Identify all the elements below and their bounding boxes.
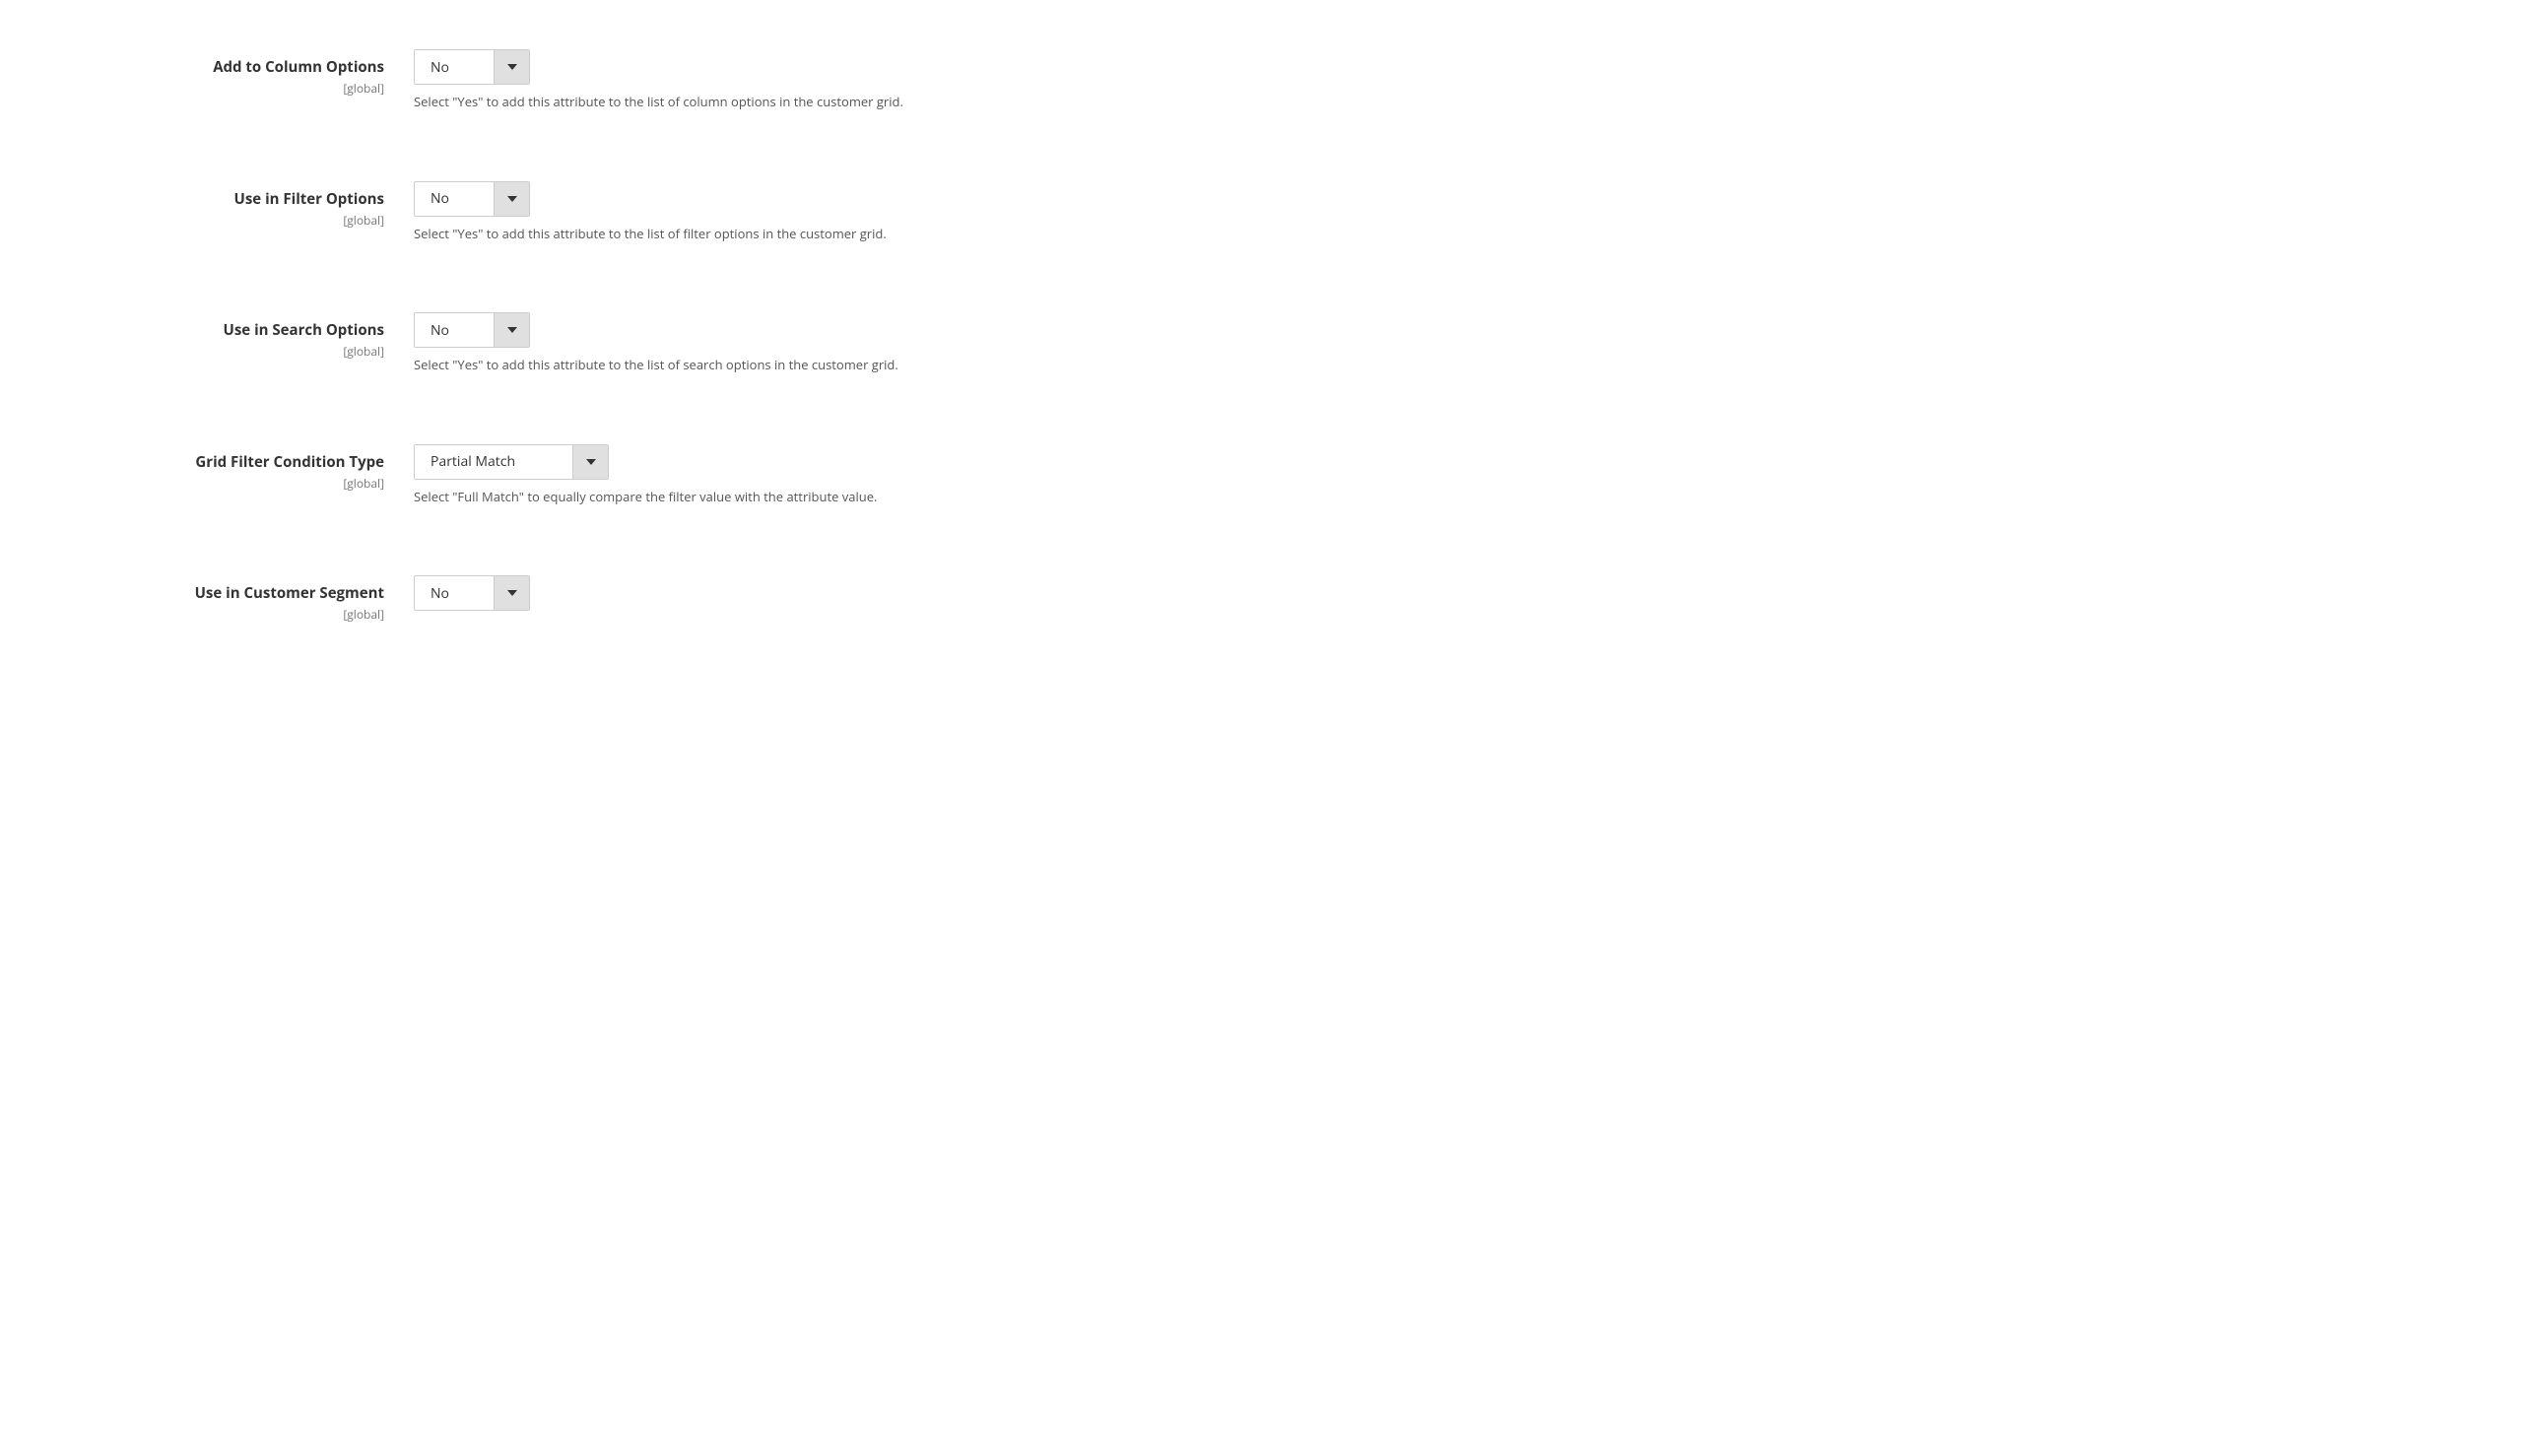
- select-value-grid-filter-condition-type: Partial Match: [415, 445, 572, 479]
- select-value-use-in-search-options: No: [415, 313, 494, 347]
- field-row-use-in-filter-options: Use in Filter Options [global] No Select "Y…: [39, 152, 1143, 274]
- select-grid-filter-condition-type[interactable]: Partial Match: [414, 444, 609, 480]
- field-label-use-in-filter-options: Use in Filter Options: [39, 189, 384, 210]
- control-wrap-grid-filter-condition-type: Partial Match Select "Full Match" to equa…: [414, 444, 1143, 507]
- form-container: Add to Column Options [global] No Select "Y…: [0, 0, 1182, 672]
- field-row-grid-filter-condition-type: Grid Filter Condition Type [global] Partia…: [39, 415, 1143, 537]
- select-value-use-in-filter-options: No: [415, 182, 494, 216]
- field-scope-grid-filter-condition-type: [global]: [39, 475, 384, 492]
- field-row-use-in-customer-segment: Use in Customer Segment [global] No: [39, 546, 1143, 652]
- field-scope-use-in-filter-options: [global]: [39, 212, 384, 229]
- chevron-down-icon: [507, 327, 517, 333]
- chevron-down-icon: [507, 64, 517, 70]
- field-scope-use-in-customer-segment: [global]: [39, 606, 384, 623]
- label-wrap-add-to-column-options: Add to Column Options [global]: [39, 49, 414, 97]
- control-wrap-use-in-filter-options: No Select "Yes" to add this attribute to …: [414, 181, 1143, 244]
- field-scope-add-to-column-options: [global]: [39, 80, 384, 97]
- field-description-use-in-search-options: Select "Yes" to add this attribute to th…: [414, 356, 1143, 375]
- field-row-add-to-column-options: Add to Column Options [global] No Select "Y…: [39, 20, 1143, 142]
- field-row-use-in-search-options: Use in Search Options [global] No Select "Y…: [39, 283, 1143, 405]
- select-value-use-in-customer-segment: No: [415, 576, 494, 610]
- select-use-in-filter-options[interactable]: No: [414, 181, 530, 217]
- select-arrow-use-in-filter-options[interactable]: [494, 182, 529, 216]
- label-wrap-use-in-customer-segment: Use in Customer Segment [global]: [39, 575, 414, 623]
- field-description-add-to-column-options: Select "Yes" to add this attribute to th…: [414, 93, 1143, 112]
- field-label-add-to-column-options: Add to Column Options: [39, 57, 384, 78]
- select-add-to-column-options[interactable]: No: [414, 49, 530, 85]
- field-label-use-in-search-options: Use in Search Options: [39, 320, 384, 341]
- label-wrap-use-in-search-options: Use in Search Options [global]: [39, 312, 414, 360]
- select-use-in-customer-segment[interactable]: No: [414, 575, 530, 611]
- field-scope-use-in-search-options: [global]: [39, 343, 384, 360]
- label-wrap-use-in-filter-options: Use in Filter Options [global]: [39, 181, 414, 229]
- field-description-grid-filter-condition-type: Select "Full Match" to equally compare t…: [414, 488, 1143, 507]
- control-wrap-use-in-search-options: No Select "Yes" to add this attribute to …: [414, 312, 1143, 375]
- select-use-in-search-options[interactable]: No: [414, 312, 530, 348]
- select-arrow-grid-filter-condition-type[interactable]: [572, 445, 608, 479]
- chevron-down-icon: [507, 590, 517, 596]
- select-arrow-use-in-customer-segment[interactable]: [494, 576, 529, 610]
- field-description-use-in-filter-options: Select "Yes" to add this attribute to th…: [414, 225, 1143, 244]
- chevron-down-icon: [507, 196, 517, 202]
- select-value-add-to-column-options: No: [415, 50, 494, 84]
- control-wrap-use-in-customer-segment: No: [414, 575, 1143, 611]
- label-wrap-grid-filter-condition-type: Grid Filter Condition Type [global]: [39, 444, 414, 492]
- field-label-grid-filter-condition-type: Grid Filter Condition Type: [39, 452, 384, 473]
- control-wrap-add-to-column-options: No Select "Yes" to add this attribute to …: [414, 49, 1143, 112]
- select-arrow-add-to-column-options[interactable]: [494, 50, 529, 84]
- select-arrow-use-in-search-options[interactable]: [494, 313, 529, 347]
- field-label-use-in-customer-segment: Use in Customer Segment: [39, 583, 384, 604]
- chevron-down-icon: [586, 459, 596, 465]
